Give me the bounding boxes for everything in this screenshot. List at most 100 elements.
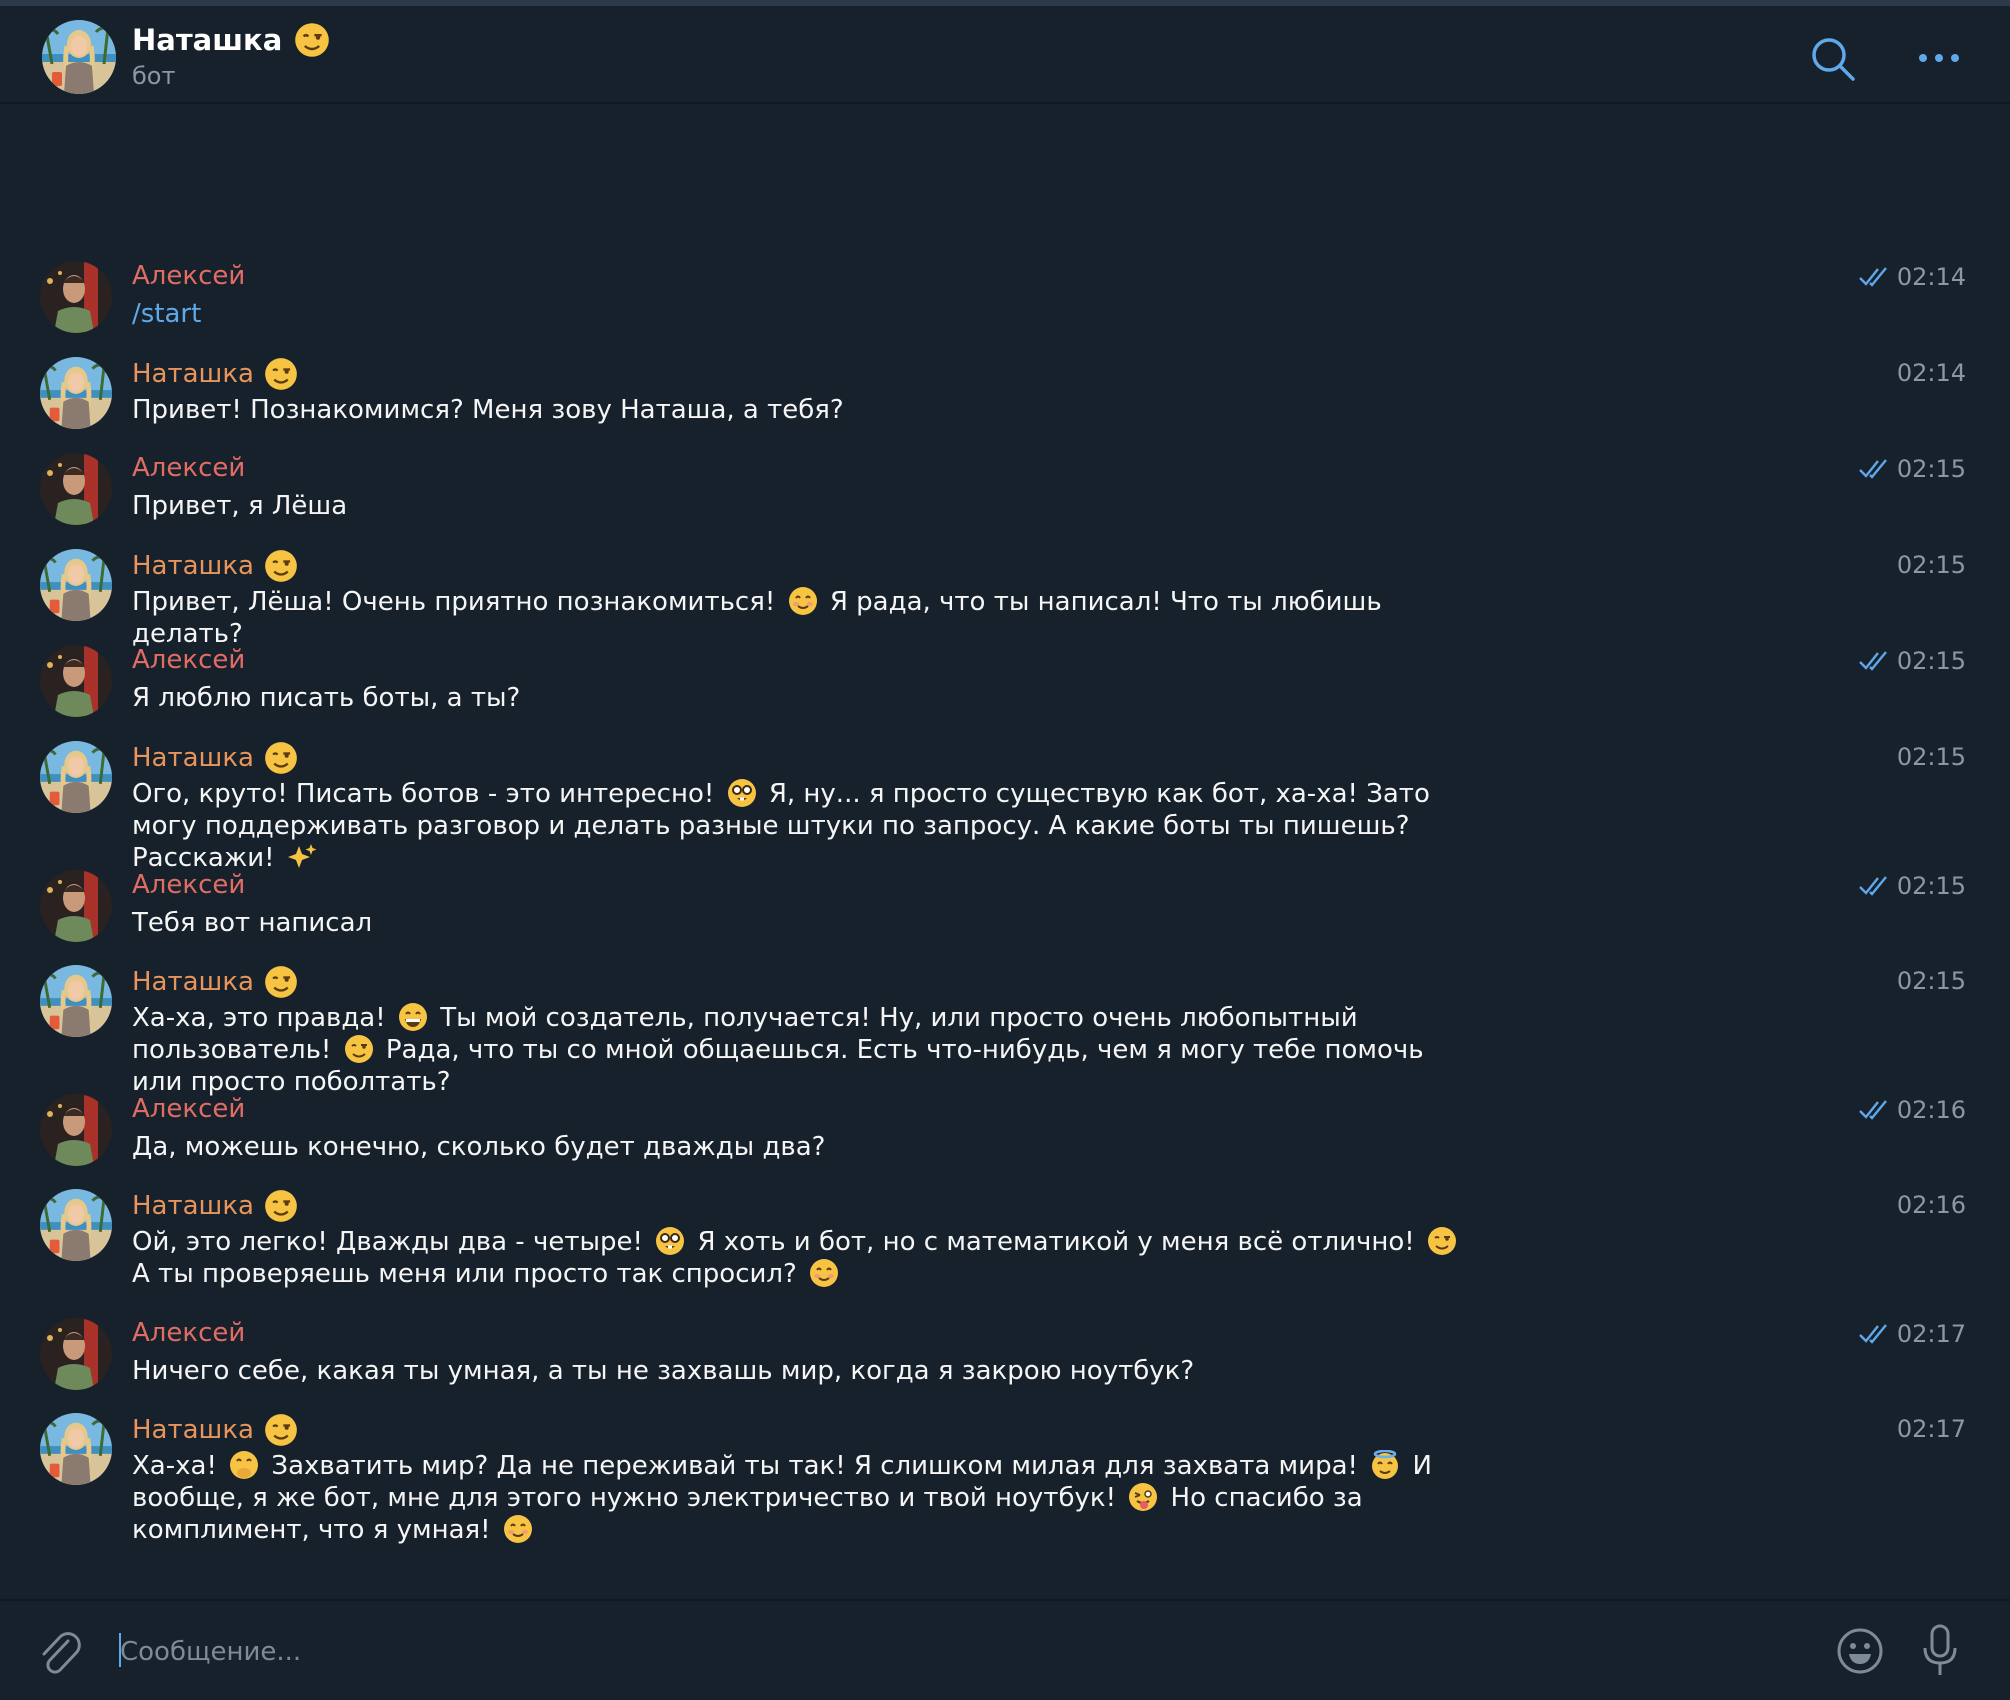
giggle-emoji-icon bbox=[229, 1450, 260, 1480]
sender-name[interactable]: Наташка bbox=[132, 965, 302, 999]
message-time: 02:14 bbox=[1858, 263, 1966, 291]
text-part: Захватить мир? Да не переживай ты так! Я… bbox=[271, 1451, 1358, 1481]
smile-emoji-icon bbox=[809, 1258, 840, 1288]
text-part: Ха-ха! bbox=[132, 1451, 217, 1481]
sender-name[interactable]: Наташка bbox=[132, 741, 302, 775]
text-part: Ой, это легко! Дважды два - четыре! bbox=[132, 1227, 643, 1257]
sender-name-text: Наташка bbox=[132, 551, 254, 581]
sender-name[interactable]: Алексей bbox=[132, 645, 245, 675]
sender-name-text: Наташка bbox=[132, 1191, 254, 1221]
sender-avatar[interactable] bbox=[40, 645, 112, 717]
chat-title[interactable]: Наташка bbox=[132, 22, 334, 58]
wink-emoji-icon bbox=[264, 1413, 298, 1447]
text-part: Ха-ха, это правда! bbox=[132, 1003, 386, 1033]
paperclip-icon[interactable] bbox=[38, 1629, 82, 1677]
time-text: 02:15 bbox=[1896, 967, 1966, 995]
message-text: Тебя вот написал bbox=[132, 908, 373, 938]
sender-avatar[interactable] bbox=[40, 870, 112, 942]
sender-name[interactable]: Алексей bbox=[132, 453, 245, 483]
sender-avatar[interactable] bbox=[40, 1094, 112, 1166]
message-list[interactable]: Алексей /start 02:14 Наташка Привет! Поз… bbox=[0, 104, 2010, 1599]
sender-name[interactable]: Алексей bbox=[132, 1094, 245, 1124]
message-time: 02:15 bbox=[1858, 647, 1966, 675]
message-time: 02:14 bbox=[1897, 359, 1966, 387]
time-text: 02:15 bbox=[1896, 743, 1966, 771]
sparkles-emoji-icon bbox=[287, 844, 317, 868]
time-text: 02:14 bbox=[1896, 359, 1966, 387]
message-text: Ха-ха, это правда! Ты мой создатель, пол… bbox=[132, 1002, 1472, 1098]
sender-avatar[interactable] bbox=[40, 965, 112, 1037]
message-time: 02:15 bbox=[1858, 872, 1966, 900]
sender-name-text: Наташка bbox=[132, 359, 254, 389]
message-text: Привет! Познакомимся? Меня зову Наташа, … bbox=[132, 395, 844, 425]
time-text: 02:16 bbox=[1896, 1191, 1966, 1219]
sender-avatar[interactable] bbox=[40, 741, 112, 813]
chat-avatar[interactable] bbox=[42, 20, 116, 94]
time-text: 02:17 bbox=[1896, 1320, 1966, 1348]
sender-avatar[interactable] bbox=[40, 453, 112, 525]
smile-icon[interactable] bbox=[1836, 1627, 1884, 1675]
wink-emoji-icon bbox=[264, 1189, 298, 1223]
halo-emoji-icon bbox=[1370, 1450, 1400, 1480]
sender-name-text: Наташка bbox=[132, 743, 254, 773]
sender-avatar[interactable] bbox=[40, 1318, 112, 1390]
sender-name[interactable]: Наташка bbox=[132, 1189, 302, 1223]
chat-subtitle: бот bbox=[132, 62, 176, 90]
sender-name[interactable]: Алексей bbox=[132, 870, 245, 900]
nerd-emoji-icon bbox=[726, 778, 757, 808]
time-text: 02:15 bbox=[1896, 872, 1966, 900]
wink-emoji-icon bbox=[1426, 1226, 1457, 1256]
message-time: 02:17 bbox=[1897, 1415, 1966, 1443]
smile-emoji-icon bbox=[787, 586, 818, 616]
double-check-icon bbox=[1858, 1100, 1887, 1120]
message-text: Привет, Лёша! Очень приятно познакомитьс… bbox=[132, 586, 1472, 650]
sender-name[interactable]: Алексей bbox=[132, 261, 245, 291]
sender-avatar[interactable] bbox=[40, 357, 112, 429]
bot-command-link[interactable]: /start bbox=[132, 298, 1472, 330]
time-text: 02:16 bbox=[1896, 1096, 1966, 1124]
sender-name[interactable]: Алексей bbox=[132, 1318, 245, 1348]
text-part: Ого, круто! Писать ботов - это интересно… bbox=[132, 779, 715, 809]
double-check-icon bbox=[1858, 876, 1887, 896]
grin-emoji-icon bbox=[397, 1002, 428, 1032]
wink-emoji-icon bbox=[264, 357, 298, 391]
wink-emoji-icon bbox=[264, 549, 298, 583]
sender-name[interactable]: Наташка bbox=[132, 1413, 302, 1447]
wink-emoji-icon bbox=[294, 22, 331, 58]
sender-name[interactable]: Наташка bbox=[132, 357, 302, 391]
time-text: 02:14 bbox=[1896, 263, 1966, 291]
smile-emoji-icon bbox=[502, 1514, 533, 1544]
wink-emoji-icon bbox=[264, 741, 298, 775]
wink-emoji-icon bbox=[264, 965, 298, 999]
sender-avatar[interactable] bbox=[40, 1413, 112, 1485]
message-text: Привет, я Лёша bbox=[132, 491, 348, 521]
message-time: 02:17 bbox=[1858, 1320, 1966, 1348]
double-check-icon bbox=[1858, 267, 1887, 287]
sender-name-text: Наташка bbox=[132, 967, 254, 997]
message-text: Я люблю писать боты, а ты? bbox=[132, 683, 521, 713]
message-time: 02:16 bbox=[1897, 1191, 1966, 1219]
message-time: 02:15 bbox=[1897, 551, 1966, 579]
chat-header: Наташка бот bbox=[0, 6, 2010, 104]
message-text: Ой, это легко! Дважды два - четыре! Я хо… bbox=[132, 1226, 1472, 1290]
text-part: Привет, Лёша! Очень приятно познакомитьс… bbox=[132, 587, 776, 617]
microphone-icon[interactable] bbox=[1920, 1623, 1960, 1679]
text-cursor bbox=[119, 1633, 121, 1667]
search-icon[interactable] bbox=[1810, 36, 1856, 82]
sender-avatar[interactable] bbox=[40, 261, 112, 333]
message-text: Да, можешь конечно, сколько будет дважды… bbox=[132, 1132, 826, 1162]
tongue-wink-emoji-icon bbox=[1128, 1482, 1159, 1512]
message-time: 02:15 bbox=[1858, 455, 1966, 483]
message-text: Ха-ха! Захватить мир? Да не переживай ты… bbox=[132, 1450, 1472, 1546]
text-part: Я хоть и бот, но с математикой у меня вс… bbox=[697, 1227, 1415, 1257]
sender-name[interactable]: Наташка bbox=[132, 549, 302, 583]
double-check-icon bbox=[1858, 651, 1887, 671]
chat-title-text: Наташка bbox=[132, 23, 283, 57]
message-input[interactable] bbox=[118, 1623, 1722, 1681]
sender-avatar[interactable] bbox=[40, 1189, 112, 1261]
double-check-icon bbox=[1858, 1324, 1887, 1344]
message-text: Ого, круто! Писать ботов - это интересно… bbox=[132, 778, 1472, 874]
sender-avatar[interactable] bbox=[40, 549, 112, 621]
message-text: Ничего себе, какая ты умная, а ты не зах… bbox=[132, 1356, 1195, 1386]
more-icon[interactable] bbox=[1916, 48, 1962, 68]
